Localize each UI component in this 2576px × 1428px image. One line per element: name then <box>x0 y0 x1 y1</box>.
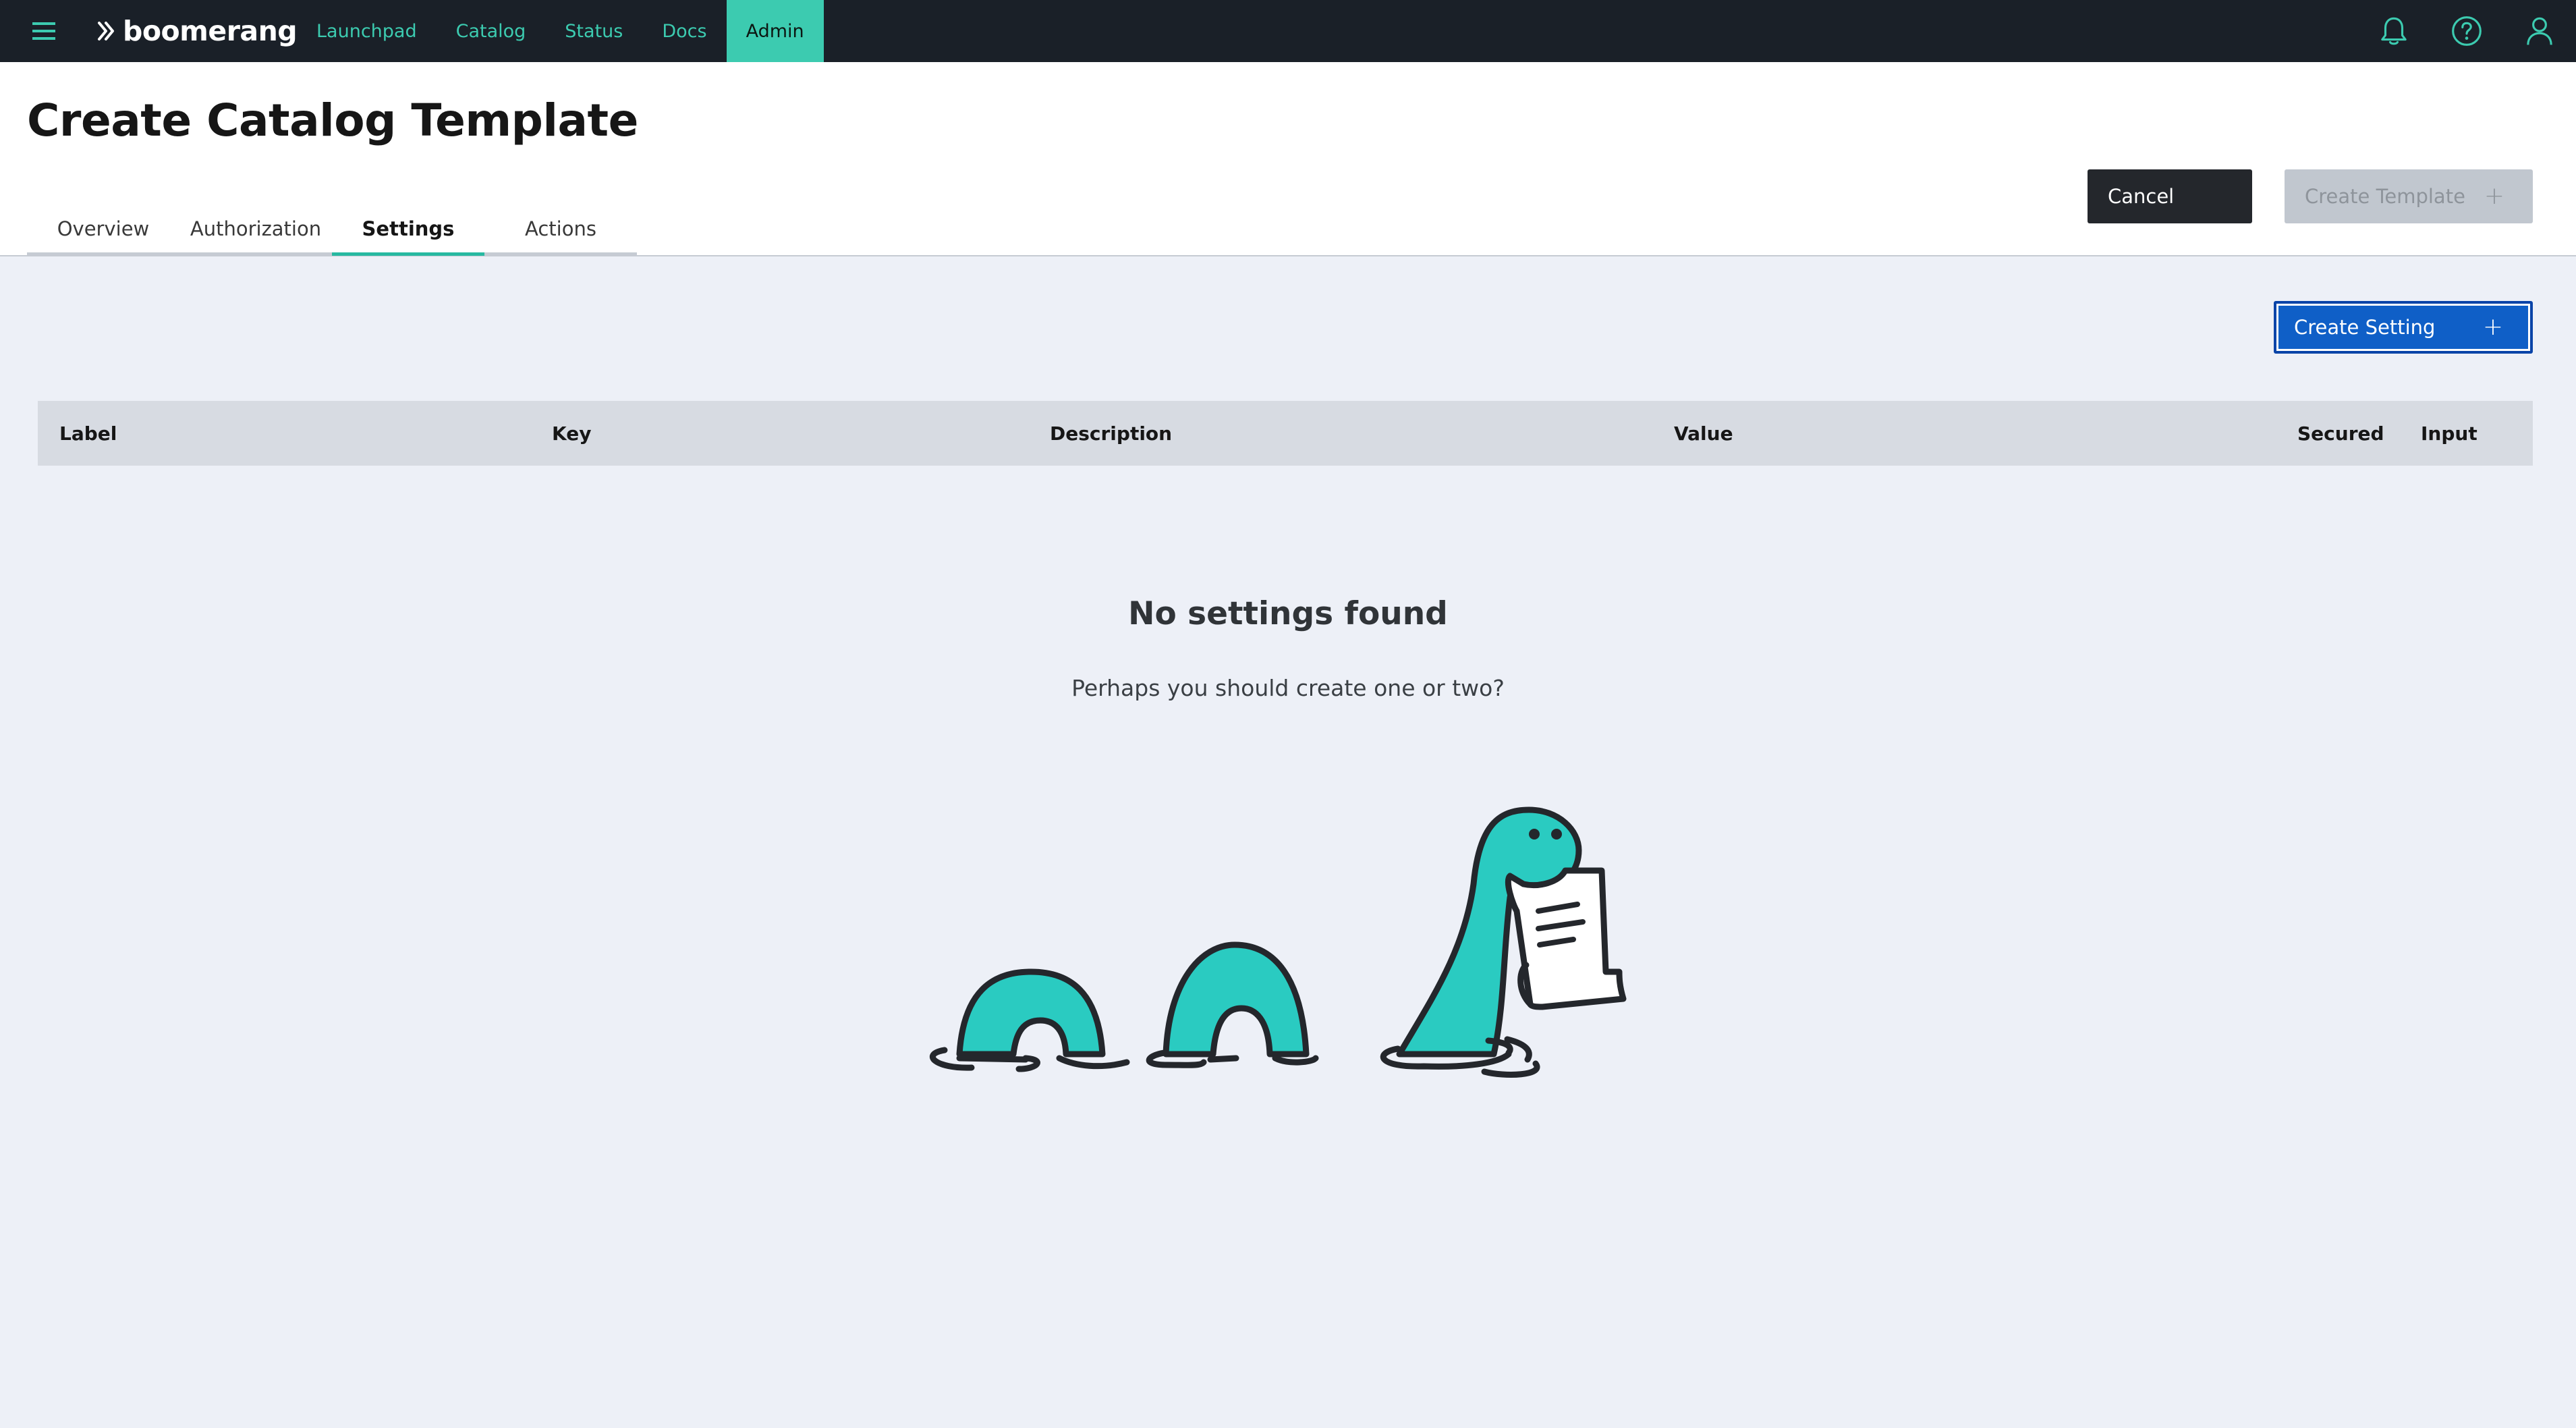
column-header-key[interactable]: Key <box>552 401 591 466</box>
boomerang-logo-icon <box>98 22 114 40</box>
brand-logo[interactable]: boomerang <box>96 0 298 62</box>
user-icon[interactable] <box>2503 0 2576 62</box>
column-header-description[interactable]: Description <box>1050 401 1172 466</box>
header-actions <box>2357 0 2576 62</box>
column-header-input[interactable]: Input <box>2421 401 2477 466</box>
main-nav: Launchpad Catalog Status Docs Admin <box>297 0 824 62</box>
tab-overview[interactable]: Overview <box>27 205 179 256</box>
plus-icon: + <box>2484 182 2504 210</box>
tab-actions[interactable]: Actions <box>484 205 637 256</box>
top-navigation-bar: boomerang Launchpad Catalog Status Docs … <box>0 0 2576 62</box>
column-header-value[interactable]: Value <box>1674 401 1733 466</box>
page-title: Create Catalog Template <box>27 94 638 146</box>
bell-icon[interactable] <box>2357 0 2430 62</box>
plus-icon: + <box>2482 313 2503 341</box>
nav-docs[interactable]: Docs <box>642 0 726 62</box>
help-icon[interactable] <box>2430 0 2503 62</box>
empty-state-subtitle: Perhaps you should create one or two? <box>1071 675 1505 701</box>
tab-authorization[interactable]: Authorization <box>179 205 332 256</box>
tab-list: Overview Authorization Settings Actions <box>27 205 637 256</box>
create-template-button[interactable]: Create Template + <box>2285 169 2533 223</box>
cancel-button[interactable]: Cancel <box>2088 169 2252 223</box>
nav-launchpad[interactable]: Launchpad <box>297 0 437 62</box>
nav-status[interactable]: Status <box>545 0 642 62</box>
brand-name: boomerang <box>123 15 298 47</box>
create-template-button-label: Create Template <box>2305 185 2465 208</box>
column-header-label[interactable]: Label <box>59 401 117 466</box>
column-header-secured[interactable]: Secured <box>2297 401 2384 466</box>
settings-table-header: Label Key Description Value Secured Inpu… <box>38 401 2533 466</box>
create-setting-button[interactable]: Create Setting + <box>2274 301 2533 354</box>
cancel-button-label: Cancel <box>2108 185 2175 208</box>
create-setting-button-label: Create Setting <box>2294 316 2436 339</box>
app-root: boomerang Launchpad Catalog Status Docs … <box>0 0 2576 1428</box>
nav-catalog[interactable]: Catalog <box>437 0 546 62</box>
sea-monster-illustration <box>929 806 1627 1078</box>
page-header: Create Catalog Template Overview Authori… <box>0 62 2576 256</box>
nav-admin[interactable]: Admin <box>726 0 824 62</box>
tab-settings[interactable]: Settings <box>332 205 484 256</box>
menu-icon[interactable] <box>30 17 58 45</box>
empty-state-title: No settings found <box>1128 595 1448 632</box>
